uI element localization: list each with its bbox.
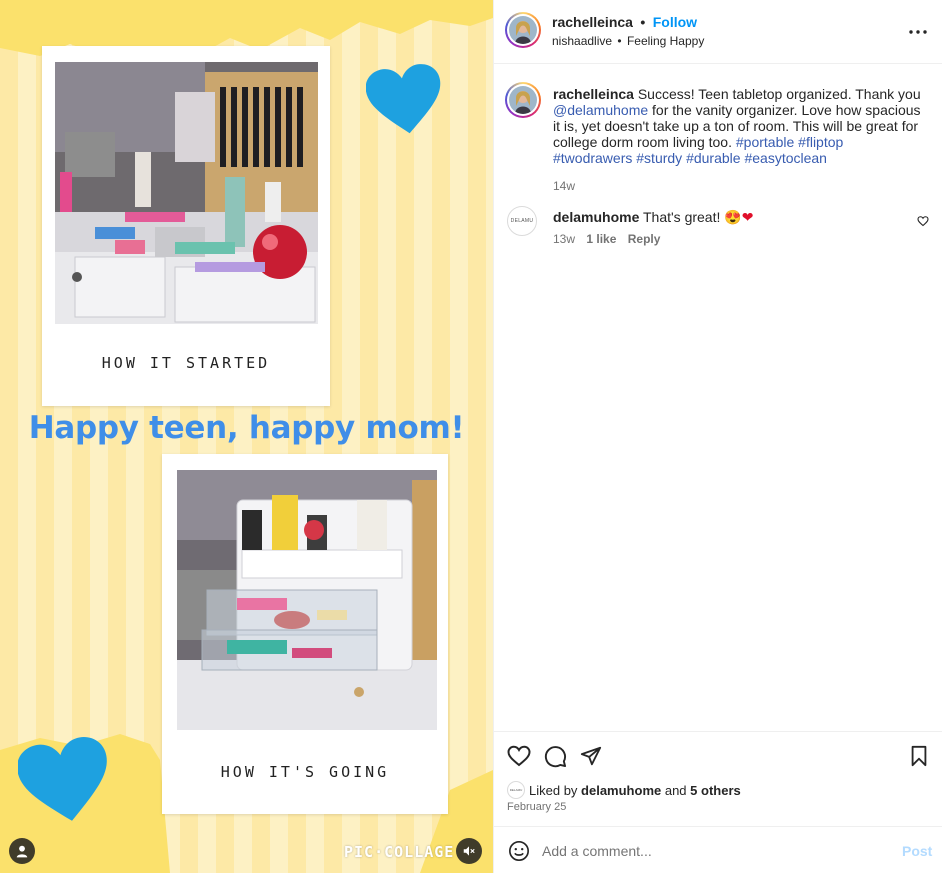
comment-text: That's great! <box>639 209 721 225</box>
polaroid-after: HOW IT'S GOING <box>162 454 448 814</box>
hashtag-link[interactable]: #sturdy <box>636 150 682 166</box>
mute-button[interactable] <box>456 838 482 864</box>
headline-text: Happy teen, happy mom! <box>28 410 465 446</box>
blue-heart-icon <box>366 64 441 134</box>
emoji-picker-button[interactable] <box>506 838 532 864</box>
commenter-username[interactable]: delamuhome <box>553 209 639 225</box>
post-dialog: HOW IT STARTED Happy teen, happy mom! HO… <box>0 0 942 873</box>
share-button[interactable] <box>578 744 604 768</box>
tagged-users-button[interactable] <box>9 838 35 864</box>
post-comment-button[interactable]: Post <box>902 843 932 859</box>
likes-others[interactable]: 5 others <box>690 783 741 798</box>
liker-username[interactable]: delamuhome <box>581 783 661 798</box>
post-caption: rachelleinca Success! Teen tabletop orga… <box>553 86 923 194</box>
comment-input[interactable] <box>542 838 882 864</box>
comment-likes[interactable]: 1 like <box>586 232 616 246</box>
post-media[interactable]: HOW IT STARTED Happy teen, happy mom! HO… <box>0 0 493 873</box>
post-header: rachelleinca • Follow nishaadlive • Feel… <box>494 0 942 64</box>
user-icon <box>16 845 28 858</box>
speaker-muted-icon <box>463 846 475 856</box>
commenter-avatar[interactable]: DELAMU <box>507 206 537 236</box>
send-icon <box>580 746 602 766</box>
hashtag-link[interactable]: #twodrawers <box>553 150 632 166</box>
hashtag-link[interactable]: #easytoclean <box>744 150 827 166</box>
likes-prefix: Liked by <box>529 783 582 798</box>
liker-avatar-text: DELAMU <box>509 788 523 792</box>
save-button[interactable] <box>906 744 932 768</box>
dot-separator: • <box>617 34 622 48</box>
caption-text-1: Success! Teen tabletop organized. Thank … <box>633 86 921 102</box>
comment-age[interactable]: 13w <box>553 232 575 246</box>
comment-like-button[interactable] <box>916 214 930 228</box>
post-side-panel: rachelleinca • Follow nishaadlive • Feel… <box>493 0 942 873</box>
polaroid-before: HOW IT STARTED <box>42 46 330 406</box>
comment-button[interactable] <box>542 744 568 768</box>
hashtag-link[interactable]: #portable <box>736 134 794 150</box>
blue-heart-icon <box>18 737 107 821</box>
follow-button[interactable]: Follow <box>653 14 697 30</box>
hashtag-link[interactable]: #durable <box>686 150 741 166</box>
pic-collage-watermark: PIC·COLLAGE <box>344 843 455 861</box>
emoji-heart-eyes: 😍 <box>724 209 742 225</box>
more-options-button[interactable] <box>904 20 932 44</box>
smiley-icon <box>509 841 529 861</box>
sub-line: nishaadlive • Feeling Happy <box>552 34 704 48</box>
post-date[interactable]: February 25 <box>507 801 566 813</box>
mention-link[interactable]: @delamuhome <box>553 102 648 118</box>
emoji-red-heart: ❤ <box>741 209 754 225</box>
bookmark-icon <box>911 745 927 767</box>
reply-button[interactable]: Reply <box>628 232 661 246</box>
divider <box>494 826 942 827</box>
collaborator-username[interactable]: nishaadlive <box>552 34 612 48</box>
commenter-avatar-text: DELAMU <box>510 218 534 224</box>
heart-outline-icon <box>917 216 929 227</box>
comment-body: delamuhome That's great! 😍❤ <box>553 209 893 226</box>
polaroid-caption-after: HOW IT'S GOING <box>220 763 390 781</box>
comment-icon <box>544 745 566 767</box>
hashtag-link[interactable]: #fliptop <box>798 134 843 150</box>
author-line: rachelleinca • Follow <box>552 14 697 32</box>
like-button[interactable] <box>506 744 532 768</box>
feeling-label: Feeling Happy <box>626 34 705 48</box>
heart-outline-icon <box>507 745 531 767</box>
photo-organized-desk <box>177 470 437 730</box>
author-username[interactable]: rachelleinca <box>552 14 633 30</box>
dot-separator: • <box>640 14 646 30</box>
more-horizontal-icon <box>909 30 927 34</box>
likes-summary[interactable]: Liked by delamuhome and 5 others <box>529 783 741 798</box>
comment-meta: 13w 1 like Reply <box>553 232 660 246</box>
caption-username[interactable]: rachelleinca <box>553 86 634 102</box>
polaroid-caption-before: HOW IT STARTED <box>101 354 271 372</box>
liker-avatar[interactable]: DELAMU <box>507 781 525 799</box>
likes-middle: and <box>661 783 691 798</box>
author-avatar[interactable] <box>505 12 541 48</box>
caption-author-avatar[interactable] <box>505 82 541 118</box>
caption-age[interactable]: 14w <box>553 178 923 194</box>
photo-messy-desk <box>55 62 318 324</box>
divider <box>494 731 942 732</box>
